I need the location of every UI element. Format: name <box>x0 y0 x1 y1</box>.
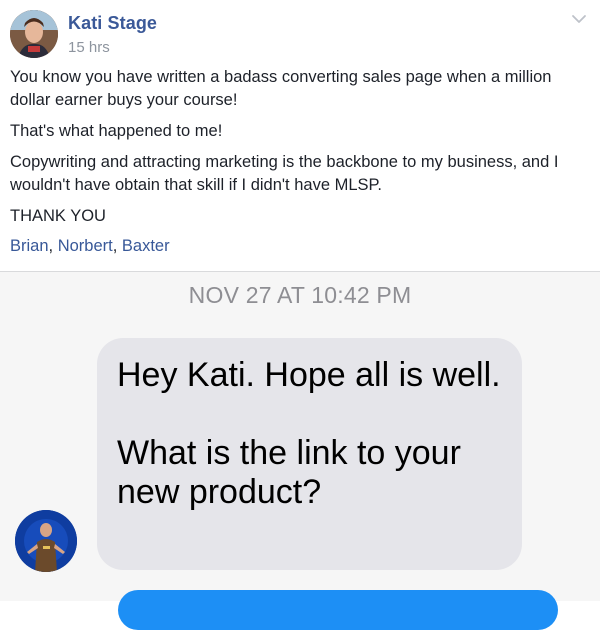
post-paragraph: That's what happened to me! <box>10 122 223 140</box>
post-paragraph: Copywriting and attracting marketing is … <box>10 153 559 194</box>
facebook-post: Kati Stage 15 hrs You know you have writ… <box>0 0 600 271</box>
message-line: What is the link to your new product? <box>117 434 461 511</box>
sender-avatar-image <box>15 510 77 572</box>
tag-link-norbert[interactable]: Norbert <box>58 237 113 255</box>
post-body: You know you have written a badass conve… <box>10 66 595 236</box>
tag-separator: , <box>112 237 122 255</box>
author-avatar-image <box>10 10 58 58</box>
tag-link-brian[interactable]: Brian <box>10 237 49 255</box>
tag-link-baxter[interactable]: Baxter <box>122 237 170 255</box>
message-line: Hey Kati. Hope all is well. <box>117 356 501 394</box>
post-paragraph: THANK YOU <box>10 207 106 225</box>
chat-timestamp: NOV 27 AT 10:42 PM <box>188 282 412 308</box>
tag-separator: , <box>48 237 58 255</box>
tagged-people: Brian, Norbert, Baxter <box>10 237 170 256</box>
sender-avatar[interactable] <box>15 510 77 572</box>
post-paragraph: You know you have written a badass conve… <box>10 68 552 109</box>
post-timestamp[interactable]: 15 hrs <box>68 39 110 56</box>
incoming-message-bubble[interactable]: Hey Kati. Hope all is well. What is the … <box>97 338 522 570</box>
author-avatar[interactable] <box>10 10 58 58</box>
chevron-down-icon[interactable] <box>568 8 590 30</box>
post-author[interactable]: Kati Stage <box>68 13 157 34</box>
outgoing-message-bubble[interactable] <box>118 590 558 630</box>
messenger-conversation: NOV 27 AT 10:42 PM Hey Kati. Hope all is… <box>0 272 600 630</box>
